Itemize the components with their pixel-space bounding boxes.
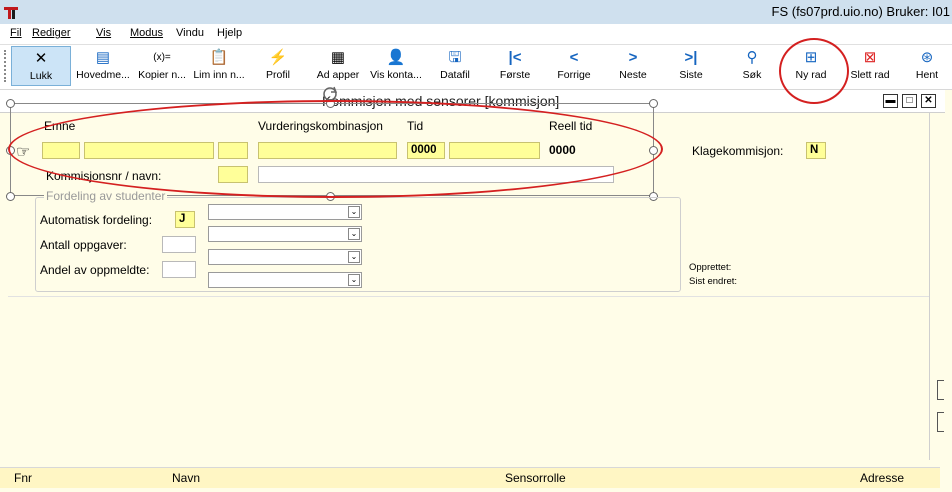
copy-formula-icon: (x)= [153,52,171,63]
adresse-column-header[interactable]: Adresse [860,471,904,485]
first-record-icon: |< [508,49,522,66]
grid-icon: ▦ [330,49,346,66]
sok-label: Søk [742,69,762,81]
menu-vindu[interactable]: Vindu [176,27,204,39]
last-record-icon: >| [684,49,698,66]
next-icon: > [628,49,638,66]
table-header-bar: Fnr Navn Sensorrolle Adresse [0,467,940,488]
section-divider [8,296,929,297]
chevron-down-icon: ⌄ [348,251,360,263]
automatisk-field[interactable]: J [175,211,195,228]
fordeling-dropdown-2[interactable]: ⌄ [208,226,362,242]
chevron-down-icon: ⌄ [348,228,360,240]
sok-button[interactable]: ⚲ Søk [729,46,775,86]
maximize-button[interactable]: □ [902,94,917,108]
forste-button[interactable]: |< Første [492,46,538,86]
forrige-button[interactable]: < Forrige [551,46,597,86]
andel-field[interactable] [162,261,196,278]
person-icon: 👤 [386,49,406,66]
kopier-button[interactable]: (x)= Kopier n... [134,46,190,86]
hovedmeny-button[interactable]: ▤ Hovedme... [72,46,134,86]
profil-label: Profil [266,69,290,81]
andel-label: Andel av oppmeldte: [40,263,150,277]
scroll-marker [937,412,944,432]
resize-handle[interactable] [6,99,15,108]
klagekommisjon-label: Klagekommisjon: [692,144,784,158]
menu-rediger[interactable]: Rediger [32,27,71,39]
lim-inn-button[interactable]: 📋 Lim inn n... [190,46,248,86]
forrige-label: Forrige [557,69,591,81]
resize-handle[interactable] [649,99,658,108]
datafil-label: Datafil [440,69,470,81]
navn-column-header[interactable]: Navn [172,471,200,485]
delete-row-icon: ⊠ [863,49,877,66]
fordeling-dropdown-3[interactable]: ⌄ [208,249,362,265]
resize-handle[interactable] [6,192,15,201]
toolbar-grip[interactable] [4,50,9,82]
menu-label: Modus [130,27,164,39]
antall-label: Antall oppgaver: [40,238,127,252]
siste-label: Siste [679,69,703,81]
window-title: FS (fs07prd.uio.no) Bruker: I01 [771,4,950,19]
neste-label: Neste [619,69,647,81]
scroll-marker [937,380,944,400]
automatisk-label: Automatisk fordeling: [40,213,153,227]
paste-icon: 📋 [209,49,229,66]
menu-label: Vindu [176,27,204,39]
sist-endret-label: Sist endret: [689,276,738,287]
chevron-down-icon: ⌄ [348,274,360,286]
save-icon: 🖫 [448,49,462,66]
lightning-icon: ⚡ [268,49,288,66]
lukk-label: Lukk [29,70,53,82]
menu-fil[interactable]: Fil [10,27,22,39]
hent-button[interactable]: ⊛ Hent [906,46,948,86]
vertical-scrollbar[interactable] [929,112,930,460]
profil-button[interactable]: ⚡ Profil [258,46,298,86]
neste-button[interactable]: > Neste [610,46,656,86]
antall-field[interactable] [162,236,196,253]
close-icon: ✕ [34,50,48,67]
menu-label: Rediger [32,27,71,39]
close-window-button[interactable]: ✕ [921,94,936,108]
ad-apper-button[interactable]: ▦ Ad apper [308,46,368,86]
hovedmeny-label: Hovedme... [76,69,130,81]
lim-label: Lim inn n... [193,69,245,81]
minimize-button[interactable]: ▬ [883,94,898,108]
annotation-ellipse [8,100,663,198]
previous-icon: < [569,49,579,66]
menu-vis[interactable]: Vis [96,27,111,39]
vis-konta-button[interactable]: 👤 Vis konta... [366,46,426,86]
lukk-button[interactable]: ✕ Lukk [11,46,71,86]
klagekommisjon-field[interactable]: N [806,142,826,159]
menu-list-icon: ▤ [95,49,111,66]
slett-rad-button[interactable]: ⊠ Slett rad [845,46,895,86]
fnr-column-header[interactable]: Fnr [14,471,32,485]
kopier-label: Kopier n... [138,69,186,81]
fetch-icon: ⊛ [920,49,934,66]
datafil-button[interactable]: 🖫 Datafil [432,46,478,86]
app-logo-icon [4,7,18,19]
search-icon: ⚲ [746,49,758,66]
slett-rad-label: Slett rad [850,69,890,81]
ad-apper-label: Ad apper [316,69,360,81]
siste-button[interactable]: >| Siste [668,46,714,86]
menu-modus[interactable]: Modus [130,27,163,39]
chevron-down-icon: ⌄ [348,206,360,218]
fordeling-legend: Fordeling av studenter [44,189,168,203]
menu-hjelp[interactable]: Hjelp [217,27,242,39]
hent-label: Hent [915,69,939,81]
menu-label: Vis [96,27,112,39]
vis-konta-label: Vis konta... [370,69,422,81]
menu-label: Fil [10,27,22,39]
sensorrolle-column-header[interactable]: Sensorrolle [505,471,566,485]
opprettet-label: Opprettet: [689,262,732,273]
annotation-circle [779,38,849,104]
fordeling-dropdown-4[interactable]: ⌄ [208,272,362,288]
forste-label: Første [499,69,531,81]
menu-label: Hjelp [217,27,243,39]
fordeling-dropdown-1[interactable]: ⌄ [208,204,362,220]
